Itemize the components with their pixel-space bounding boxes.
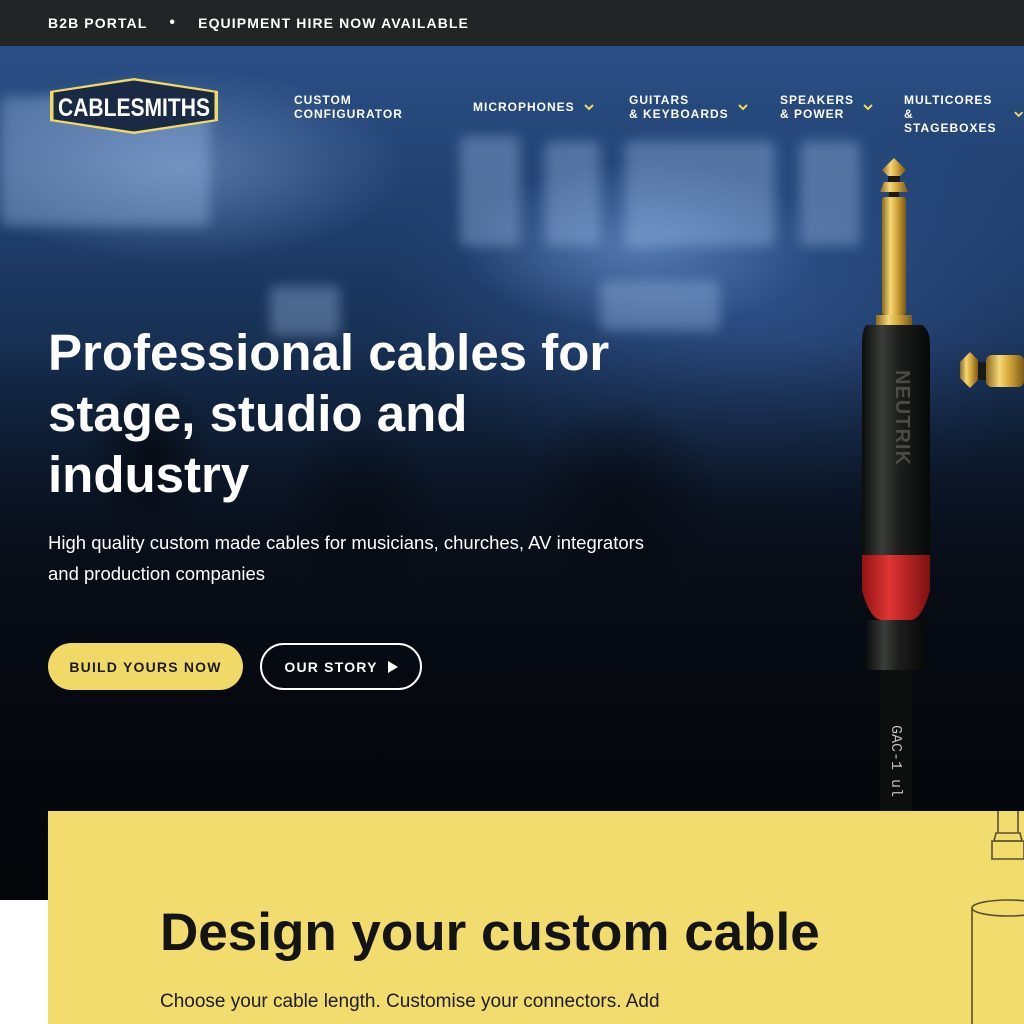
nav-label: CONFIGURATOR [294, 107, 403, 121]
cablesmiths-logo[interactable]: CABLESMITHS [48, 76, 220, 136]
chevron-down-icon [583, 104, 594, 111]
chevron-down-icon [1013, 111, 1023, 118]
hero-subtitle-line: and production companies [48, 563, 266, 584]
build-yours-now-label: BUILD YOURS NOW [69, 658, 222, 675]
nav-label: & POWER [780, 107, 845, 121]
equipment-hire-link[interactable]: EQUIPMENT HIRE NOW AVAILABLE [198, 15, 469, 31]
design-cable-text: Choose your cable length. Customise your… [160, 991, 660, 1012]
our-story-label: OUR STORY [284, 658, 378, 675]
chevron-down-icon [863, 104, 873, 111]
stage-light [545, 141, 600, 246]
hero-title-line: Professional cables for [48, 324, 610, 381]
jack-plug-image: NEUTRIK GAC-1 ul [862, 158, 1024, 820]
stage-light [625, 141, 775, 246]
nav-label: MULTICORES [904, 93, 993, 107]
hero-title-line: industry [48, 446, 250, 503]
nav-label: SPEAKERS [780, 93, 855, 107]
chevron-down-icon [737, 104, 748, 111]
logo-text: CABLESMITHS [58, 94, 210, 122]
neutrik-brand-text: NEUTRIK [891, 370, 913, 466]
our-story-button[interactable]: OUR STORY [260, 643, 422, 690]
hero-subtitle: High quality custom made cables for musi… [48, 527, 748, 589]
nav-label: GUITARS [629, 93, 690, 107]
cable-print-text: GAC-1 ul [887, 725, 904, 797]
hero-title: Professional cables for stage, studio an… [48, 322, 728, 505]
separator-dot: • [169, 14, 177, 31]
nav-label: & KEYBOARDS [629, 107, 729, 121]
nav-microphones[interactable]: MICROPHONES [473, 100, 595, 114]
play-icon [387, 660, 398, 673]
build-yours-now-button[interactable]: BUILD YOURS NOW [48, 643, 243, 690]
nav-label: CUSTOM [294, 93, 352, 107]
nav-guitars-keyboards[interactable]: GUITARS & KEYBOARDS [629, 93, 749, 121]
b2b-portal-link[interactable]: B2B PORTAL [48, 15, 147, 31]
announcement-bar: B2B PORTAL • EQUIPMENT HIRE NOW AVAILABL… [0, 0, 1024, 46]
nav-multicores-stageboxes[interactable]: MULTICORES & STAGEBOXES [904, 93, 1024, 135]
hero-subtitle-line: High quality custom made cables for musi… [48, 532, 645, 553]
nav-label: MICROPHONES [473, 100, 575, 114]
stage-light [460, 136, 520, 246]
nav-speakers-power[interactable]: SPEAKERS & POWER [780, 93, 874, 121]
design-cable-heading: Design your custom cable [160, 903, 820, 962]
nav-custom-configurator[interactable]: CUSTOM CONFIGURATOR [294, 93, 403, 121]
connector-line-art [971, 811, 1024, 1024]
hero-title-line: stage, studio and [48, 385, 468, 442]
